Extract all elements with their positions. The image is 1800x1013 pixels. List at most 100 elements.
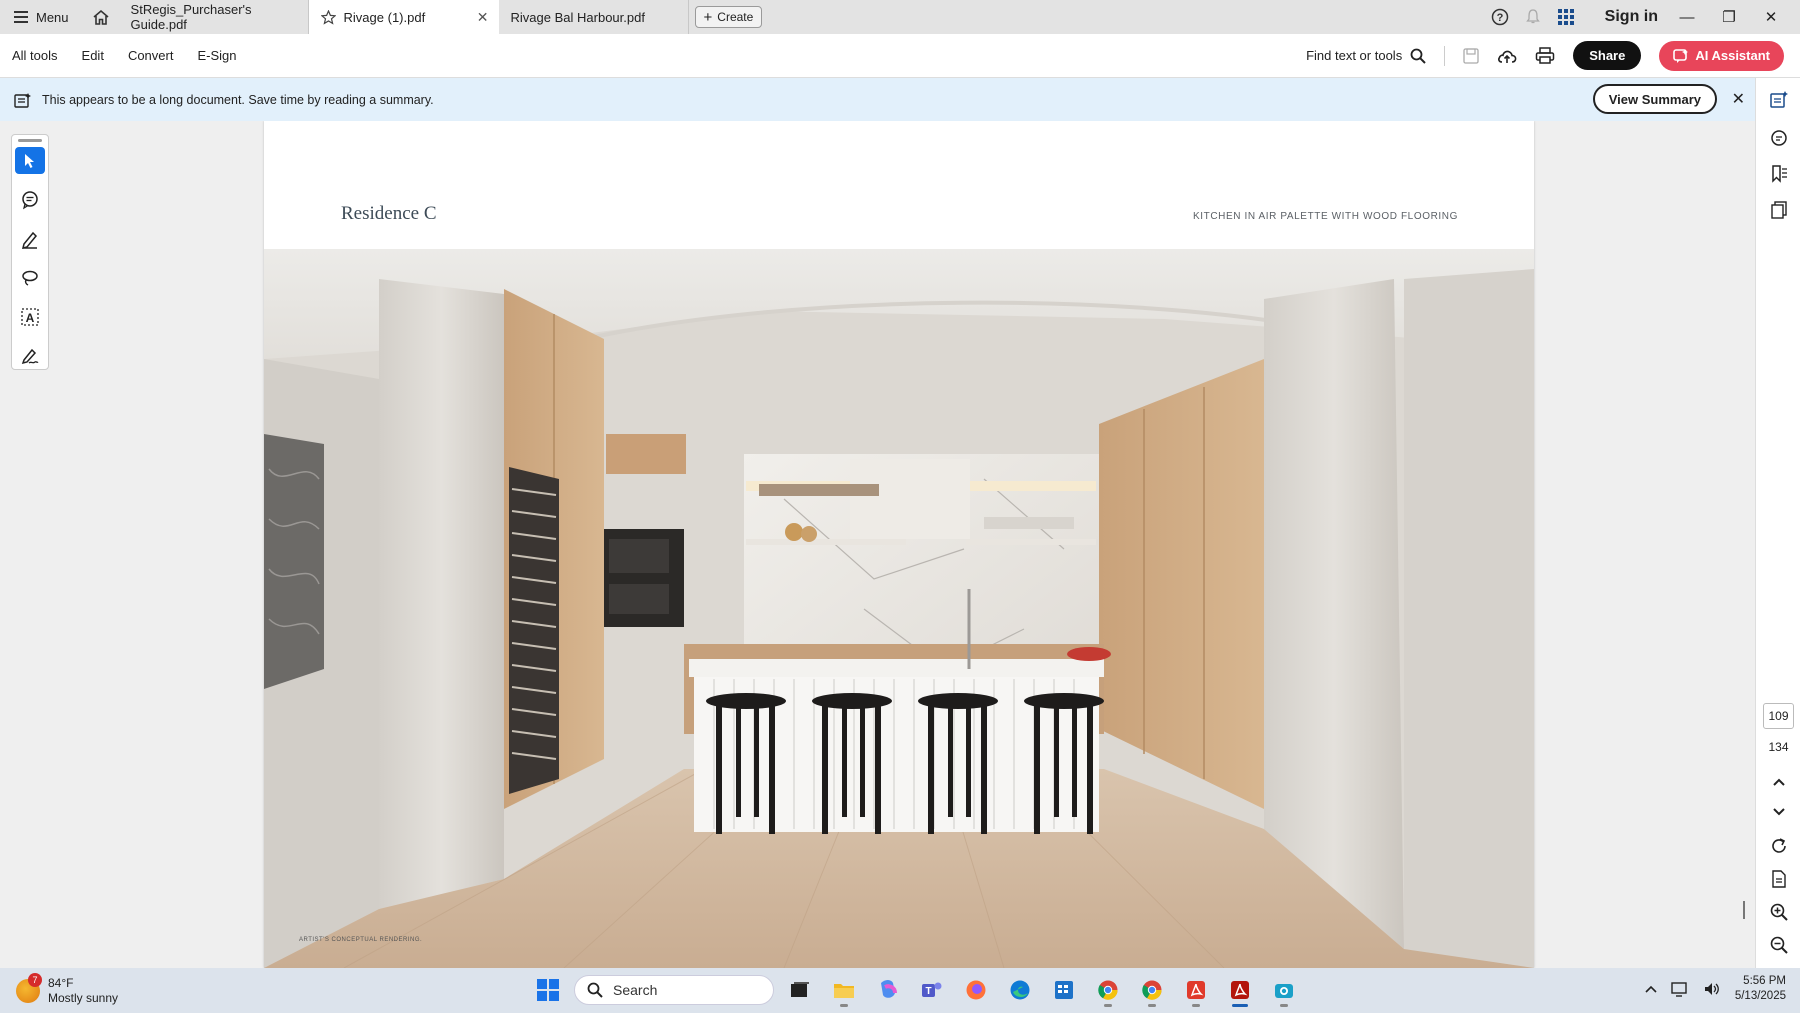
search-icon <box>587 982 603 998</box>
menu-button[interactable]: Menu <box>0 0 83 34</box>
firefox-app[interactable] <box>958 972 994 1008</box>
toolbar-edit[interactable]: Edit <box>70 48 116 63</box>
right-rail: 109 134 <box>1755 78 1800 968</box>
rendering-caption: ARTIST'S CONCEPTUAL RENDERING. <box>299 937 423 943</box>
bell-icon[interactable] <box>1525 8 1541 26</box>
comments-rail-button[interactable] <box>1766 125 1792 151</box>
snipping-tool-app[interactable] <box>1266 972 1302 1008</box>
comment-tool[interactable] <box>15 186 45 213</box>
chrome-icon <box>1142 980 1162 1000</box>
windows-taskbar: 7 84°F Mostly sunny Search T 5:56 PM 5/1… <box>0 968 1800 1013</box>
toolbar-esign[interactable]: E-Sign <box>185 48 248 63</box>
toolbar-convert[interactable]: Convert <box>116 48 186 63</box>
minimize-icon[interactable]: — <box>1674 9 1700 26</box>
calculator-app[interactable] <box>1046 972 1082 1008</box>
weather-badge: 7 <box>28 972 42 987</box>
drag-handle[interactable] <box>18 139 42 142</box>
copilot-app[interactable] <box>870 972 906 1008</box>
task-view-app[interactable] <box>782 972 818 1008</box>
file-explorer-app[interactable] <box>826 972 862 1008</box>
summary-banner: This appears to be a long document. Save… <box>0 78 1755 121</box>
star-icon[interactable] <box>320 9 336 25</box>
rotate-button[interactable] <box>1766 833 1792 859</box>
restore-icon[interactable]: ❐ <box>1716 8 1742 26</box>
tab-bar: Menu StRegis_Purchaser's Guide.pdf Rivag… <box>0 0 1800 34</box>
scroll-handle[interactable] <box>1743 901 1745 919</box>
current-page-input[interactable]: 109 <box>1763 703 1794 729</box>
edge-app[interactable] <box>1002 972 1038 1008</box>
copy-pages-icon <box>1771 201 1787 219</box>
kitchen-rendering-image <box>264 249 1534 968</box>
svg-text:T: T <box>925 986 931 997</box>
acrobat-app-active[interactable] <box>1222 972 1258 1008</box>
tab-rivage-active[interactable]: Rivage (1).pdf ✕ <box>308 0 499 34</box>
find-tools-button[interactable]: Find text or tools <box>1306 48 1426 64</box>
zoom-in-button[interactable] <box>1766 899 1792 925</box>
start-button[interactable] <box>530 972 566 1008</box>
chrome-app[interactable] <box>1090 972 1126 1008</box>
pages-rail-button[interactable] <box>1766 197 1792 223</box>
zoom-out-button[interactable] <box>1766 932 1792 958</box>
weather-condition: Mostly sunny <box>48 990 119 1005</box>
chevron-up-icon[interactable] <box>1645 985 1657 993</box>
highlight-tool[interactable] <box>15 225 45 252</box>
close-window-icon[interactable]: ✕ <box>1758 8 1784 26</box>
zoom-in-icon <box>1770 903 1788 921</box>
firefox-icon <box>966 980 986 1000</box>
help-icon[interactable]: ? <box>1491 8 1509 26</box>
comments-icon <box>1771 130 1787 146</box>
edge-icon <box>1010 980 1030 1000</box>
create-label: Create <box>717 10 754 24</box>
svg-text:A: A <box>26 311 35 325</box>
tab-stregis[interactable]: StRegis_Purchaser's Guide.pdf <box>119 0 309 34</box>
acrobat-red-app[interactable] <box>1178 972 1214 1008</box>
tab-rivage-bal-harbour[interactable]: Rivage Bal Harbour.pdf <box>499 0 689 34</box>
chevron-down-icon <box>1773 808 1785 816</box>
clock-time: 5:56 PM <box>1743 975 1786 987</box>
ai-summary-rail-button[interactable] <box>1766 87 1792 113</box>
previous-page-button[interactable] <box>1766 769 1792 795</box>
chrome-profile-app[interactable] <box>1134 972 1170 1008</box>
text-tool[interactable]: A <box>15 303 45 330</box>
summary-icon <box>14 92 31 108</box>
apps-grid-icon[interactable] <box>1557 8 1575 26</box>
sign-tool[interactable] <box>15 342 45 369</box>
taskbar-apps: Search T <box>530 972 1302 1008</box>
save-icon[interactable] <box>1463 47 1479 64</box>
weather-widget[interactable]: 7 84°F Mostly sunny <box>0 972 300 1006</box>
main-toolbar: All tools Edit Convert E-Sign Find text … <box>0 34 1800 78</box>
view-summary-button[interactable]: View Summary <box>1592 84 1717 114</box>
select-tool[interactable] <box>15 147 45 174</box>
teams-app[interactable]: T <box>914 972 950 1008</box>
close-banner-icon[interactable]: ✕ <box>1732 89 1745 109</box>
next-page-button[interactable] <box>1766 799 1792 825</box>
taskbar-search[interactable]: Search <box>574 975 774 1005</box>
tab-label: StRegis_Purchaser's Guide.pdf <box>130 2 252 32</box>
camera-icon <box>1275 984 1293 998</box>
network-icon[interactable] <box>1671 981 1689 997</box>
sign-in-link[interactable]: Sign in <box>1605 8 1658 26</box>
ai-assistant-button[interactable]: AI Assistant <box>1659 40 1784 71</box>
page-display-button[interactable] <box>1766 866 1792 892</box>
cursor-icon <box>25 153 34 168</box>
volume-icon[interactable] <box>1703 981 1721 997</box>
quick-tools-panel: A <box>11 134 49 370</box>
print-icon[interactable] <box>1535 46 1555 65</box>
pen-icon <box>21 231 38 249</box>
draw-tool[interactable] <box>15 264 45 291</box>
search-icon <box>1410 48 1426 64</box>
create-button[interactable]: + Create <box>694 6 763 28</box>
share-button[interactable]: Share <box>1573 41 1642 70</box>
toolbar-right: Find text or tools Share AI Assistant <box>1306 40 1800 71</box>
clock[interactable]: 5:56 PM 5/13/2025 <box>1735 974 1786 1004</box>
copilot-icon <box>881 980 897 998</box>
tab-label: Rivage (1).pdf <box>343 9 426 25</box>
menu-label: Menu <box>36 9 69 25</box>
close-tab-icon[interactable]: ✕ <box>477 9 489 26</box>
chevron-up-icon <box>1773 778 1785 786</box>
toolbar-all-tools[interactable]: All tools <box>0 48 70 63</box>
home-button[interactable] <box>83 0 119 34</box>
bookmarks-rail-button[interactable] <box>1766 161 1792 187</box>
cloud-upload-icon[interactable] <box>1497 47 1517 65</box>
svg-text:?: ? <box>1496 12 1503 24</box>
